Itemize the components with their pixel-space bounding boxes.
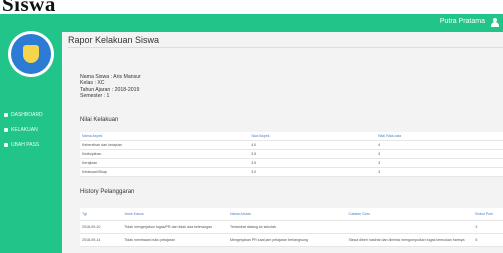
table-cell: 3 <box>376 158 503 168</box>
table-cell: Kedisiplinan <box>80 149 250 159</box>
wrench-icon <box>4 142 8 147</box>
column-header[interactable]: Nilai Rata-rata <box>376 132 503 141</box>
logo-emblem <box>11 34 51 74</box>
table-cell: 4 <box>376 140 503 150</box>
table-cell: 2018-09-14 <box>80 233 123 247</box>
table-cell: Mengerjakan PR saat jam pelajaran berlan… <box>228 233 347 247</box>
column-header[interactable]: Nama Aspek <box>80 132 250 141</box>
nilai-section-title: Nilai Kelakuan <box>80 117 119 123</box>
table-header-row: Tgl Jenis Kasus Nama Aturan Catatan Guru… <box>80 208 503 221</box>
table-row: 2018-09-14 Tidak membawa buku pelajaran … <box>80 233 503 247</box>
sidebar-item-kelakuan[interactable]: KELAKUAN <box>0 122 62 137</box>
table-row: Kerajinan 3.5 3 <box>80 158 503 168</box>
user-name[interactable]: Putra Pratama <box>440 18 485 25</box>
column-header[interactable]: Bobot Poin <box>473 208 503 221</box>
sidebar-item-label: UBAH PASS <box>11 141 40 148</box>
history-section-title: History Pelanggaran <box>80 189 135 195</box>
sidebar-item-ubah-pass[interactable]: UBAH PASS <box>0 137 62 152</box>
table-cell: 3 <box>376 167 503 177</box>
top-bar: Putra Pratama <box>62 14 503 32</box>
table-cell: Terlambat datang ke sekolah <box>228 220 347 234</box>
table-cell: Kebersihan dan kerapian <box>80 140 250 150</box>
table-row: Kedisiplinan 3.5 3 <box>80 149 503 159</box>
table-cell: Siswa diberi nasihat dan diminta mengump… <box>346 233 474 247</box>
sidebar-item-label: DASHBOARD <box>11 111 43 118</box>
table-cell: 2018-09-10 <box>80 220 123 234</box>
school-logo <box>8 31 54 77</box>
table-cell: 3 <box>473 220 503 234</box>
table-row: 2018-09-10 Tidak mengerjakan tugas/PR da… <box>80 220 503 234</box>
main-content: Rapor Kelakuan Siswa Nama Siswa : Aris M… <box>62 32 503 253</box>
column-header[interactable]: Skor/Aspek <box>249 132 377 141</box>
table-row: Kebersihan dan kerapian 4.0 4 <box>80 140 503 150</box>
sidebar-nav: DASHBOARD KELAKUAN UBAH PASS <box>0 107 62 152</box>
user-icon[interactable] <box>491 18 499 27</box>
table-header-row: Nama Aspek Skor/Aspek Nilai Rata-rata <box>80 132 503 141</box>
table-cell: 5 <box>473 233 503 247</box>
column-header[interactable]: Tgl <box>80 208 123 221</box>
page-title: Rapor Kelakuan Siswa <box>68 35 160 45</box>
table-cell: 3.0 <box>249 167 377 177</box>
sidebar-item-label: KELAKUAN <box>11 126 38 133</box>
nilai-table: Nama Aspek Skor/Aspek Nilai Rata-rata Ke… <box>80 132 503 177</box>
column-header[interactable]: Catatan Guru <box>346 208 474 221</box>
gear-icon <box>4 127 8 132</box>
history-table: Tgl Jenis Kasus Nama Aturan Catatan Guru… <box>80 208 503 247</box>
table-cell: Tidak membawa buku pelajaran <box>122 233 229 247</box>
table-row: Kelakuan/Sikap 3.0 3 <box>80 167 503 177</box>
table-cell: Kerajinan <box>80 158 250 168</box>
student-info: Nama Siswa : Aris Mansur Kelas : XC Tahu… <box>80 74 141 99</box>
info-row-semester: Semester : 1 <box>80 92 110 99</box>
dashboard-icon <box>4 112 8 117</box>
table-cell: 3 <box>376 149 503 159</box>
page-heading: Siswa <box>0 0 503 16</box>
table-cell: 3.5 <box>249 149 377 159</box>
table-cell: 4.0 <box>249 140 377 150</box>
table-cell: Tidak mengerjakan tugas/PR dan tidak ada… <box>122 220 229 234</box>
column-header[interactable]: Jenis Kasus <box>122 208 229 221</box>
sidebar: DASHBOARD KELAKUAN UBAH PASS <box>0 14 62 253</box>
table-cell: 3.5 <box>249 158 377 168</box>
table-cell: Kelakuan/Sikap <box>80 167 250 177</box>
logo-shield <box>23 45 39 63</box>
sidebar-item-dashboard[interactable]: DASHBOARD <box>0 107 62 122</box>
column-header[interactable]: Nama Aturan <box>228 208 347 221</box>
title-divider <box>68 47 503 48</box>
user-icon-body <box>491 22 499 27</box>
table-cell <box>346 220 474 234</box>
